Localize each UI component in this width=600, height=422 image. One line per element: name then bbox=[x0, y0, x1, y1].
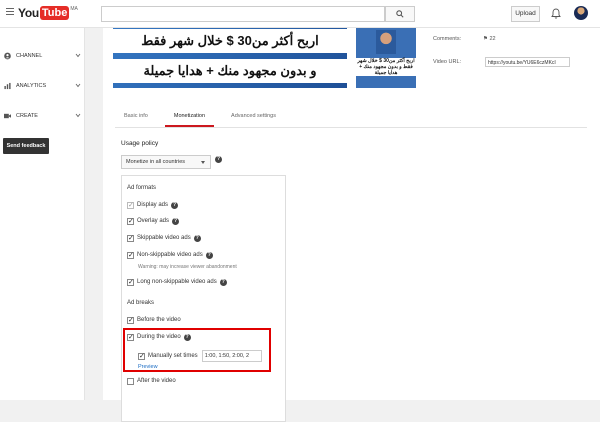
tab-advanced-settings[interactable]: Advanced settings bbox=[222, 107, 285, 127]
abandonment-warning: Warning: may increase viewer abandonment bbox=[138, 264, 237, 270]
menu-icon[interactable] bbox=[6, 8, 14, 16]
skippable-video-ads-checkbox[interactable] bbox=[127, 234, 134, 242]
overlay-ads-label: Overlay ads bbox=[137, 218, 170, 224]
send-feedback-button[interactable]: Send feedback bbox=[3, 138, 49, 154]
non-skippable-video-ads-label: Non-skippable video ads bbox=[137, 252, 203, 258]
tab-bar: Basic info Monetization Advanced setting… bbox=[115, 107, 293, 127]
long-non-skippable-video-ads-option: Long non-skippable video ads ? bbox=[127, 277, 227, 287]
long-non-skippable-video-ads-label: Long non-skippable video ads bbox=[137, 279, 217, 285]
thumbnail-text-line1: اربح أكثر من30 $ خلال شهر فقط bbox=[113, 29, 347, 53]
sidebar: CHANNEL ANALYTICS CREATE Send feedback bbox=[0, 28, 85, 400]
chevron-down-icon bbox=[75, 83, 81, 88]
after-video-option: After the video bbox=[127, 376, 176, 386]
search-button[interactable] bbox=[385, 6, 415, 22]
upload-button[interactable]: Upload bbox=[511, 6, 540, 22]
help-icon[interactable]: ? bbox=[193, 234, 201, 242]
overlay-ads-checkbox[interactable] bbox=[127, 217, 134, 225]
help-icon[interactable]: ? bbox=[205, 251, 213, 259]
video-url-field[interactable]: https://youtu.be/YU6E6czMKcI bbox=[485, 57, 570, 67]
non-skippable-video-ads-checkbox[interactable] bbox=[127, 251, 134, 259]
sidebar-item-channel[interactable]: CHANNEL bbox=[0, 48, 85, 64]
person-image bbox=[376, 30, 396, 54]
comments-count: 22 bbox=[489, 36, 496, 42]
avatar[interactable] bbox=[574, 6, 588, 20]
comments-value: ⚑ 22 bbox=[483, 36, 496, 42]
youtube-logo[interactable]: You Tube MA bbox=[18, 6, 78, 20]
sidebar-item-label: CHANNEL bbox=[16, 53, 43, 59]
search-input[interactable] bbox=[101, 6, 385, 22]
analytics-icon bbox=[4, 82, 11, 90]
usage-policy-title: Usage policy bbox=[121, 140, 159, 147]
logo-tube: Tube bbox=[39, 6, 70, 20]
help-icon[interactable]: ? bbox=[171, 201, 179, 209]
sidebar-item-create[interactable]: CREATE bbox=[0, 108, 85, 124]
comment-flag-icon: ⚑ bbox=[483, 36, 488, 42]
help-icon[interactable]: ? bbox=[219, 278, 227, 286]
after-video-label: After the video bbox=[137, 378, 176, 384]
before-video-option: Before the video bbox=[127, 315, 181, 325]
logo-region: MA bbox=[70, 6, 78, 12]
video-camera-icon bbox=[4, 113, 11, 120]
before-video-checkbox[interactable] bbox=[127, 316, 134, 324]
sidebar-item-analytics[interactable]: ANALYTICS bbox=[0, 78, 85, 94]
ad-formats-heading: Ad formats bbox=[127, 185, 157, 191]
display-ads-option: Display ads ? bbox=[127, 200, 179, 210]
non-skippable-video-ads-option: Non-skippable video ads ? bbox=[127, 250, 213, 260]
display-ads-checkbox bbox=[127, 201, 134, 209]
sidebar-item-label: ANALYTICS bbox=[16, 83, 47, 89]
top-bar: You Tube MA Upload bbox=[0, 0, 600, 28]
skippable-video-ads-label: Skippable video ads bbox=[137, 235, 191, 241]
after-video-checkbox[interactable] bbox=[127, 377, 134, 385]
notifications-bell-icon[interactable] bbox=[551, 8, 561, 21]
display-ads-label: Display ads bbox=[137, 202, 169, 208]
tab-monetization[interactable]: Monetization bbox=[164, 107, 215, 127]
overlay-ads-option: Overlay ads ? bbox=[127, 216, 180, 226]
before-video-label: Before the video bbox=[137, 317, 181, 323]
tab-basic-info[interactable]: Basic info bbox=[115, 107, 157, 127]
chevron-down-icon bbox=[201, 161, 205, 164]
small-thumbnail[interactable]: اربح أكثر من30 $ خلال شهر فقط و بدون مجه… bbox=[356, 28, 416, 88]
chevron-down-icon bbox=[75, 113, 81, 118]
chevron-down-icon bbox=[75, 53, 81, 58]
skippable-video-ads-option: Skippable video ads ? bbox=[127, 233, 201, 243]
sidebar-item-label: CREATE bbox=[16, 113, 38, 119]
usage-policy-select[interactable]: Monetize in all countries bbox=[121, 155, 211, 169]
video-url-label: Video URL: bbox=[433, 59, 462, 65]
divider bbox=[115, 127, 587, 128]
video-thumbnail[interactable]: اربح أكثر من30 $ خلال شهر فقط و بدون مجه… bbox=[113, 28, 347, 88]
ad-breaks-heading: Ad breaks bbox=[127, 300, 155, 306]
help-icon[interactable]: ? bbox=[172, 217, 180, 225]
thumbnail-text-line2: و بدون مجهود منك + هدايا جميلة bbox=[113, 59, 347, 83]
comments-label: Comments: bbox=[433, 36, 462, 42]
usage-policy-value: Monetize in all countries bbox=[126, 159, 186, 165]
ad-settings-panel: Ad formats Display ads ? Overlay ads ? S… bbox=[121, 175, 286, 422]
small-thumbnail-text: اربح أكثر من30 $ خلال شهر فقط و بدون مجه… bbox=[356, 58, 416, 76]
help-icon[interactable]: ? bbox=[215, 156, 222, 163]
person-icon bbox=[4, 52, 11, 60]
search-icon bbox=[396, 10, 404, 18]
long-non-skippable-video-ads-checkbox[interactable] bbox=[127, 278, 134, 286]
logo-you: You bbox=[18, 6, 39, 20]
highlight-box bbox=[123, 328, 271, 372]
